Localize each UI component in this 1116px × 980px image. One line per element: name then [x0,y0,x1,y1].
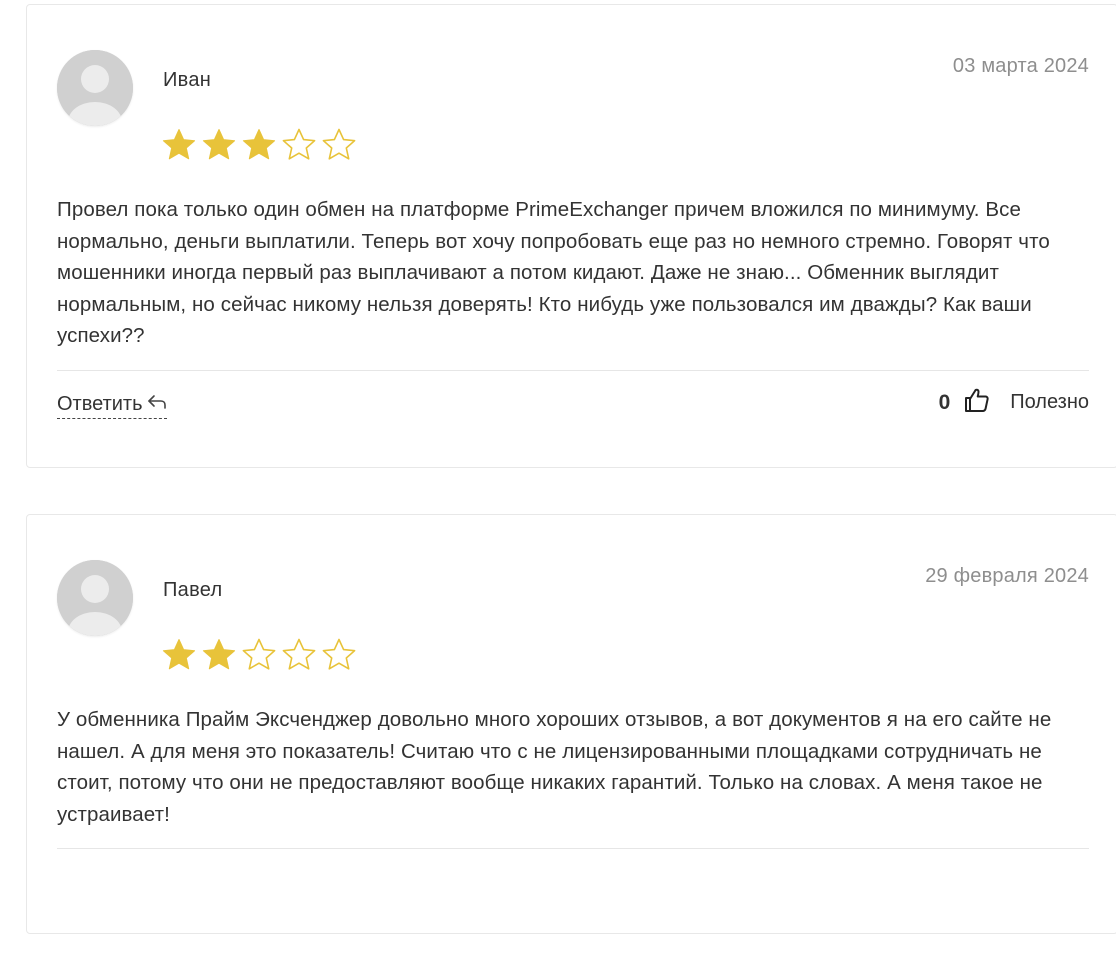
thumbs-up-icon[interactable] [964,387,990,418]
star-filled-icon [201,637,237,671]
star-rating [161,637,357,671]
star-filled-icon [161,127,197,161]
review-date: 03 марта 2024 [952,55,1089,77]
star-filled-icon [201,127,237,161]
user-silhouette-icon [57,560,133,636]
star-empty-icon [321,127,357,161]
useful-label: Полезно [1010,391,1089,413]
star-rating [161,127,357,161]
star-empty-icon [321,637,357,671]
reviews-list: Иван 03 марта 2024 Провел пока только од… [26,4,1116,980]
user-silhouette-icon [57,50,133,126]
review-text: У обменника Прайм Эксченджер довольно мн… [57,708,1052,826]
star-filled-icon [241,127,277,161]
divider [57,848,1089,849]
author-name: Иван [163,69,212,91]
star-empty-icon [281,637,317,671]
author-name: Павел [163,579,223,601]
useful-section: 0 Полезно [939,387,1089,418]
avatar [57,50,133,126]
review-card: Павел 29 февраля 2024 У обменника Прайм … [26,514,1116,934]
star-empty-icon [281,127,317,161]
avatar [57,560,133,636]
star-empty-icon [241,637,277,671]
divider [57,370,1089,371]
review-card: Иван 03 марта 2024 Провел пока только од… [26,4,1116,468]
reply-label: Ответить [57,393,143,415]
useful-count: 0 [938,390,951,414]
star-filled-icon [161,637,197,671]
reply-button[interactable]: Ответить [57,393,167,419]
reply-arrow-icon [147,393,167,416]
review-date: 29 февраля 2024 [925,565,1089,587]
review-text: Провел пока только один обмен на платфор… [57,198,1050,347]
